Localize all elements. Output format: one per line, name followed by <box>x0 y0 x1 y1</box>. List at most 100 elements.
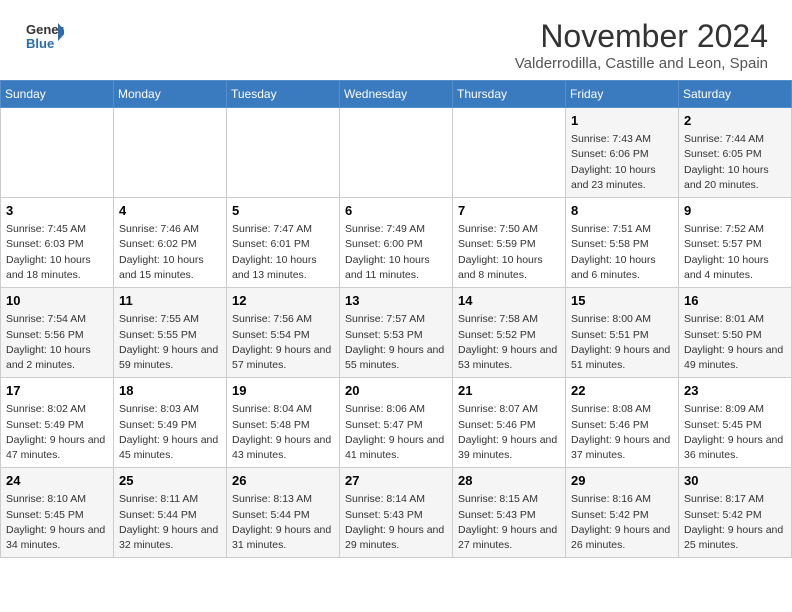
day-number: 27 <box>345 472 447 490</box>
title-area: November 2024 Valderrodilla, Castille an… <box>515 18 768 72</box>
col-header-monday: Monday <box>114 81 227 108</box>
day-info: Sunrise: 8:16 AM Sunset: 5:42 PM Dayligh… <box>571 492 673 553</box>
day-number: 5 <box>232 202 334 220</box>
day-number: 23 <box>684 382 786 400</box>
day-info: Sunrise: 8:09 AM Sunset: 5:45 PM Dayligh… <box>684 402 786 463</box>
day-number: 21 <box>458 382 560 400</box>
day-info: Sunrise: 7:44 AM Sunset: 6:05 PM Dayligh… <box>684 132 786 193</box>
calendar-cell <box>227 108 340 198</box>
day-info: Sunrise: 8:13 AM Sunset: 5:44 PM Dayligh… <box>232 492 334 553</box>
day-info: Sunrise: 7:43 AM Sunset: 6:06 PM Dayligh… <box>571 132 673 193</box>
logo-svg: General Blue <box>24 18 64 58</box>
day-number: 4 <box>119 202 221 220</box>
day-info: Sunrise: 7:58 AM Sunset: 5:52 PM Dayligh… <box>458 312 560 373</box>
calendar-cell: 17 Sunrise: 8:02 AM Sunset: 5:49 PM Dayli… <box>1 378 114 468</box>
calendar-cell: 3 Sunrise: 7:45 AM Sunset: 6:03 PM Daylig… <box>1 198 114 288</box>
day-number: 25 <box>119 472 221 490</box>
col-header-tuesday: Tuesday <box>227 81 340 108</box>
day-info: Sunrise: 8:06 AM Sunset: 5:47 PM Dayligh… <box>345 402 447 463</box>
day-info: Sunrise: 8:01 AM Sunset: 5:50 PM Dayligh… <box>684 312 786 373</box>
calendar-cell: 20Sunrise: 8:06 AM Sunset: 5:47 PM Dayli… <box>340 378 453 468</box>
calendar-cell: 22 Sunrise: 8:08 AM Sunset: 5:46 PM Dayli… <box>566 378 679 468</box>
day-number: 3 <box>6 202 108 220</box>
day-number: 15 <box>571 292 673 310</box>
day-info: Sunrise: 8:10 AM Sunset: 5:45 PM Dayligh… <box>6 492 108 553</box>
day-info: Sunrise: 8:14 AM Sunset: 5:43 PM Dayligh… <box>345 492 447 553</box>
day-number: 19 <box>232 382 334 400</box>
day-info: Sunrise: 7:46 AM Sunset: 6:02 PM Dayligh… <box>119 222 221 283</box>
col-header-thursday: Thursday <box>453 81 566 108</box>
calendar-cell: 25 Sunrise: 8:11 AM Sunset: 5:44 PM Dayli… <box>114 468 227 558</box>
calendar-cell: 8 Sunrise: 7:51 AM Sunset: 5:58 PM Daylig… <box>566 198 679 288</box>
day-number: 10 <box>6 292 108 310</box>
calendar-cell: 23 Sunrise: 8:09 AM Sunset: 5:45 PM Dayli… <box>679 378 792 468</box>
calendar-cell: 1 Sunrise: 7:43 AM Sunset: 6:06 PM Daylig… <box>566 108 679 198</box>
calendar-cell: 11 Sunrise: 7:55 AM Sunset: 5:55 PM Dayli… <box>114 288 227 378</box>
calendar-cell: 10 Sunrise: 7:54 AM Sunset: 5:56 PM Dayli… <box>1 288 114 378</box>
calendar-table: SundayMondayTuesdayWednesdayThursdayFrid… <box>0 80 792 558</box>
day-number: 9 <box>684 202 786 220</box>
day-number: 6 <box>345 202 447 220</box>
col-header-sunday: Sunday <box>1 81 114 108</box>
day-number: 7 <box>458 202 560 220</box>
location-subtitle: Valderrodilla, Castille and Leon, Spain <box>515 55 768 72</box>
day-number: 22 <box>571 382 673 400</box>
day-info: Sunrise: 7:49 AM Sunset: 6:00 PM Dayligh… <box>345 222 447 283</box>
calendar-cell: 14 Sunrise: 7:58 AM Sunset: 5:52 PM Dayli… <box>453 288 566 378</box>
day-number: 13 <box>345 292 447 310</box>
calendar-cell: 9 Sunrise: 7:52 AM Sunset: 5:57 PM Daylig… <box>679 198 792 288</box>
day-info: Sunrise: 7:54 AM Sunset: 5:56 PM Dayligh… <box>6 312 108 373</box>
day-info: Sunrise: 8:17 AM Sunset: 5:42 PM Dayligh… <box>684 492 786 553</box>
calendar-cell: 21 Sunrise: 8:07 AM Sunset: 5:46 PM Dayli… <box>453 378 566 468</box>
day-info: Sunrise: 8:02 AM Sunset: 5:49 PM Dayligh… <box>6 402 108 463</box>
calendar-cell: 2 Sunrise: 7:44 AM Sunset: 6:05 PM Daylig… <box>679 108 792 198</box>
day-info: Sunrise: 7:47 AM Sunset: 6:01 PM Dayligh… <box>232 222 334 283</box>
calendar-cell: 15 Sunrise: 8:00 AM Sunset: 5:51 PM Dayli… <box>566 288 679 378</box>
day-info: Sunrise: 8:11 AM Sunset: 5:44 PM Dayligh… <box>119 492 221 553</box>
day-number: 8 <box>571 202 673 220</box>
calendar-cell: 24 Sunrise: 8:10 AM Sunset: 5:45 PM Dayli… <box>1 468 114 558</box>
day-number: 17 <box>6 382 108 400</box>
calendar-cell <box>1 108 114 198</box>
calendar-cell: 19Sunrise: 8:04 AM Sunset: 5:48 PM Dayli… <box>227 378 340 468</box>
calendar-cell: 16Sunrise: 8:01 AM Sunset: 5:50 PM Dayli… <box>679 288 792 378</box>
calendar-cell: 7 Sunrise: 7:50 AM Sunset: 5:59 PM Daylig… <box>453 198 566 288</box>
day-number: 30 <box>684 472 786 490</box>
calendar-cell: 13Sunrise: 7:57 AM Sunset: 5:53 PM Dayli… <box>340 288 453 378</box>
calendar-cell: 4 Sunrise: 7:46 AM Sunset: 6:02 PM Daylig… <box>114 198 227 288</box>
day-number: 26 <box>232 472 334 490</box>
day-info: Sunrise: 7:55 AM Sunset: 5:55 PM Dayligh… <box>119 312 221 373</box>
day-number: 11 <box>119 292 221 310</box>
day-info: Sunrise: 7:52 AM Sunset: 5:57 PM Dayligh… <box>684 222 786 283</box>
calendar-cell <box>340 108 453 198</box>
col-header-friday: Friday <box>566 81 679 108</box>
calendar-cell: 30 Sunrise: 8:17 AM Sunset: 5:42 PM Dayli… <box>679 468 792 558</box>
month-title: November 2024 <box>515 18 768 55</box>
day-number: 28 <box>458 472 560 490</box>
calendar-cell: 12 Sunrise: 7:56 AM Sunset: 5:54 PM Dayli… <box>227 288 340 378</box>
day-number: 24 <box>6 472 108 490</box>
calendar-cell: 29 Sunrise: 8:16 AM Sunset: 5:42 PM Dayli… <box>566 468 679 558</box>
day-number: 29 <box>571 472 673 490</box>
day-info: Sunrise: 8:08 AM Sunset: 5:46 PM Dayligh… <box>571 402 673 463</box>
day-info: Sunrise: 8:07 AM Sunset: 5:46 PM Dayligh… <box>458 402 560 463</box>
day-info: Sunrise: 7:56 AM Sunset: 5:54 PM Dayligh… <box>232 312 334 373</box>
day-number: 1 <box>571 112 673 130</box>
col-header-wednesday: Wednesday <box>340 81 453 108</box>
calendar-cell: 28 Sunrise: 8:15 AM Sunset: 5:43 PM Dayli… <box>453 468 566 558</box>
day-info: Sunrise: 8:15 AM Sunset: 5:43 PM Dayligh… <box>458 492 560 553</box>
day-info: Sunrise: 8:00 AM Sunset: 5:51 PM Dayligh… <box>571 312 673 373</box>
calendar-cell <box>114 108 227 198</box>
day-info: Sunrise: 7:50 AM Sunset: 5:59 PM Dayligh… <box>458 222 560 283</box>
day-number: 2 <box>684 112 786 130</box>
calendar-cell: 26 Sunrise: 8:13 AM Sunset: 5:44 PM Dayli… <box>227 468 340 558</box>
logo: General Blue <box>24 18 64 58</box>
svg-text:Blue: Blue <box>26 36 54 51</box>
page-header: General Blue November 2024 Valderrodilla… <box>0 0 792 80</box>
day-number: 14 <box>458 292 560 310</box>
col-header-saturday: Saturday <box>679 81 792 108</box>
day-number: 12 <box>232 292 334 310</box>
day-info: Sunrise: 7:45 AM Sunset: 6:03 PM Dayligh… <box>6 222 108 283</box>
calendar-cell <box>453 108 566 198</box>
day-info: Sunrise: 7:51 AM Sunset: 5:58 PM Dayligh… <box>571 222 673 283</box>
